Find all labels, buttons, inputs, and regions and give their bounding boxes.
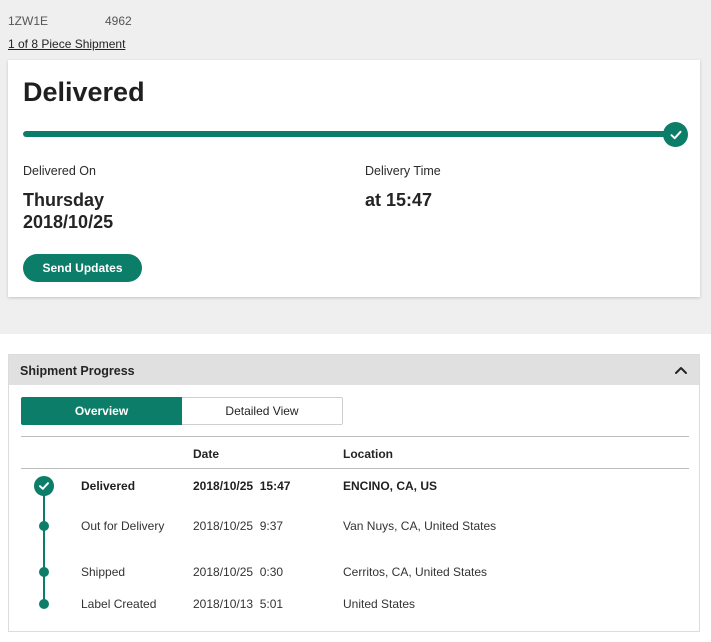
- event-location: United States: [343, 597, 416, 611]
- event-status: Out for Delivery: [81, 519, 165, 533]
- delivered-date: 2018/10/25: [23, 212, 114, 232]
- event-location: Cerritos, CA, United States: [343, 565, 488, 579]
- chevron-up-icon[interactable]: [673, 362, 689, 378]
- tracking-number-suffix: 4962: [105, 14, 132, 28]
- check-circle-icon: [34, 476, 54, 496]
- event-status: Shipped: [81, 565, 126, 579]
- check-circle-icon: [663, 122, 688, 147]
- tracking-summary-area: 1ZW1E 4962 1 of 8 Piece Shipment Deliver…: [0, 0, 711, 334]
- tracking-number-prefix: 1ZW1E: [8, 14, 49, 28]
- event-location: ENCINO, CA, US: [343, 479, 438, 493]
- delivered-on-label: Delivered On: [23, 164, 96, 178]
- shipment-progress-title: Shipment Progress: [20, 364, 135, 378]
- tab-overview[interactable]: Overview: [21, 397, 182, 425]
- delivery-progress-bar: [23, 131, 673, 137]
- event-status: Delivered: [81, 479, 136, 493]
- timeline-connector: [43, 485, 45, 605]
- delivery-time-label: Delivery Time: [365, 164, 441, 178]
- event-date: 2018/10/25 0:30: [193, 565, 284, 579]
- delivery-time: at 15:47: [365, 190, 433, 210]
- shipment-progress-header[interactable]: Shipment Progress: [9, 355, 699, 385]
- event-location: Van Nuys, CA, United States: [343, 519, 497, 533]
- delivery-status-card: Delivered Delivered On Thursday 2018/10/…: [8, 60, 700, 297]
- dot-icon: [39, 567, 49, 577]
- piece-shipment-link[interactable]: 1 of 8 Piece Shipment: [8, 37, 125, 51]
- event-status: Label Created: [81, 597, 157, 611]
- status-title: Delivered: [23, 77, 145, 107]
- delivered-day: Thursday: [23, 190, 105, 210]
- tab-detailed-view[interactable]: Detailed View: [182, 397, 343, 425]
- location-column-header: Location: [343, 447, 393, 461]
- dot-icon: [39, 521, 49, 531]
- shipment-progress-panel: Shipment Progress Overview Detailed View…: [8, 354, 700, 632]
- tracking-number: 1ZW1E 4962: [8, 14, 132, 28]
- delivery-progress-fill: [23, 131, 673, 137]
- table-top-divider: [21, 436, 689, 437]
- table-header-divider: [21, 468, 689, 469]
- send-updates-button[interactable]: Send Updates: [23, 254, 142, 282]
- event-date: 2018/10/25 9:37: [193, 519, 284, 533]
- event-date: 2018/10/13 5:01: [193, 597, 284, 611]
- dot-icon: [39, 599, 49, 609]
- event-date: 2018/10/25 15:47: [193, 479, 291, 493]
- date-column-header: Date: [193, 447, 220, 461]
